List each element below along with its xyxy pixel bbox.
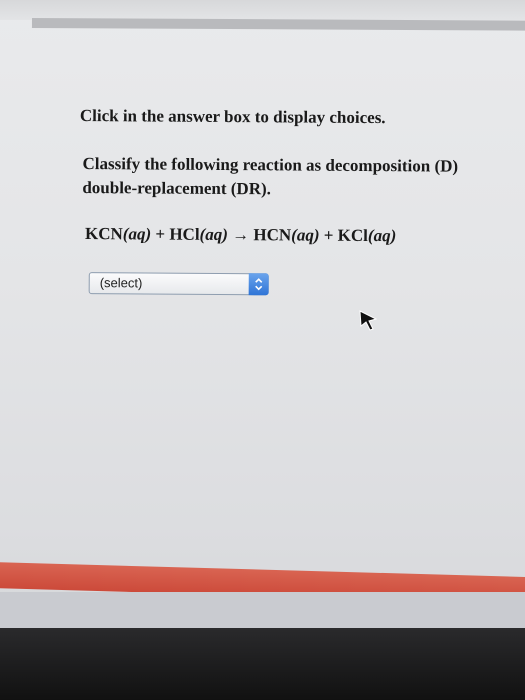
question-line-1: Classify the following reaction as decom…	[82, 154, 459, 176]
top-band	[0, 0, 525, 20]
plus-sign: +	[319, 225, 338, 245]
reaction-equation: KCN(aq) + HCl(aq) → HCN(aq) + KCl(aq)	[85, 224, 396, 246]
question-line-2: double-replacement (DR).	[82, 178, 271, 199]
reactant-2: HCl	[169, 224, 200, 244]
product-1-state: (aq)	[291, 225, 320, 245]
screen: Click in the answer box to display choic…	[0, 0, 525, 700]
reactant-2-state: (aq)	[199, 224, 228, 245]
up-down-chevron-icon[interactable]	[248, 273, 269, 296]
answer-select[interactable]: (select)	[88, 272, 269, 296]
product-1: HCN	[253, 225, 292, 245]
top-divider	[31, 18, 525, 31]
reaction-arrow: →	[227, 225, 254, 245]
plus-sign: +	[151, 224, 170, 244]
monitor-bezel	[0, 628, 525, 700]
footer-strip	[0, 592, 525, 630]
product-2-state: (aq)	[367, 226, 397, 246]
mouse-pointer-icon	[359, 310, 378, 331]
question-text: Classify the following reaction as decom…	[82, 152, 524, 203]
product-2: KCl	[337, 225, 369, 246]
question-panel: Click in the answer box to display choic…	[80, 100, 525, 296]
instruction-text: Click in the answer box to display choic…	[79, 105, 386, 128]
reactant-1-state: (aq)	[122, 224, 152, 244]
reactant-1: KCN	[85, 224, 123, 244]
answer-select-value: (select)	[99, 275, 143, 291]
